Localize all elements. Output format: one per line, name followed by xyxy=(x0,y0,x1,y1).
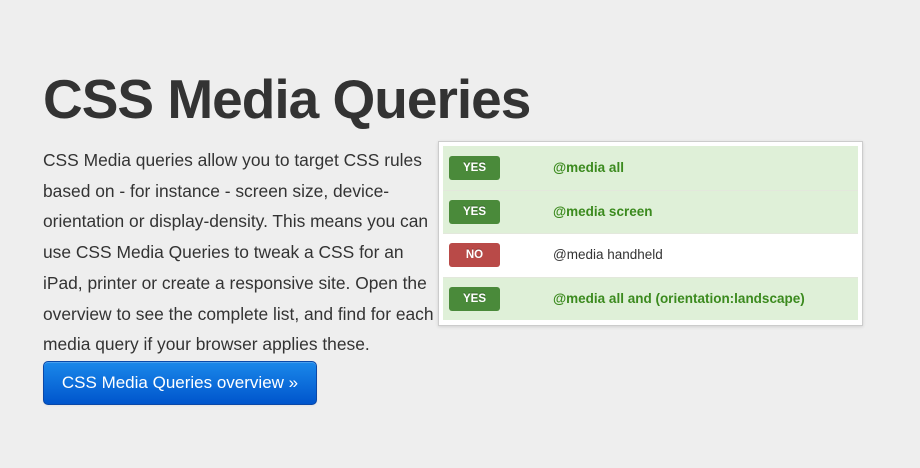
media-query-text: @media all xyxy=(553,159,624,175)
media-query-text: @media all and (orientation:landscape) xyxy=(553,290,805,306)
page-title: CSS Media Queries xyxy=(43,68,531,130)
media-query-text: @media screen xyxy=(553,203,653,219)
status-badge: YES xyxy=(449,199,500,224)
status-badge: YES xyxy=(449,286,500,311)
status-cell: YES xyxy=(443,277,553,320)
status-cell: YES xyxy=(443,190,553,234)
query-cell: @media all and (orientation:landscape) xyxy=(553,277,858,320)
intro-paragraph: CSS Media queries allow you to target CS… xyxy=(43,150,434,355)
result-row: YES @media all xyxy=(443,146,858,191)
query-cell: @media handheld xyxy=(553,233,858,278)
query-cell: @media screen xyxy=(553,190,858,234)
media-query-results-panel: YES @media all YES @media screen NO @media ha… xyxy=(438,141,863,326)
status-cell: NO xyxy=(443,233,553,278)
status-badge: NO xyxy=(449,243,500,267)
query-cell: @media all xyxy=(553,146,858,191)
hero-section: CSS Media Queries CSS Media queries allo… xyxy=(0,0,920,468)
status-cell: YES xyxy=(443,146,553,191)
media-queries-overview-button[interactable]: CSS Media Queries overview » xyxy=(43,361,317,405)
status-badge: YES xyxy=(449,155,500,180)
result-row: YES @media screen xyxy=(443,190,858,234)
result-row: YES @media all and (orientation:landscape… xyxy=(443,277,858,320)
result-row: NO @media handheld xyxy=(443,233,858,278)
results-body: YES @media all YES @media screen NO @media ha… xyxy=(443,146,858,320)
media-query-text: @media handheld xyxy=(553,247,663,262)
media-query-results-table: YES @media all YES @media screen NO @media ha… xyxy=(443,146,858,320)
